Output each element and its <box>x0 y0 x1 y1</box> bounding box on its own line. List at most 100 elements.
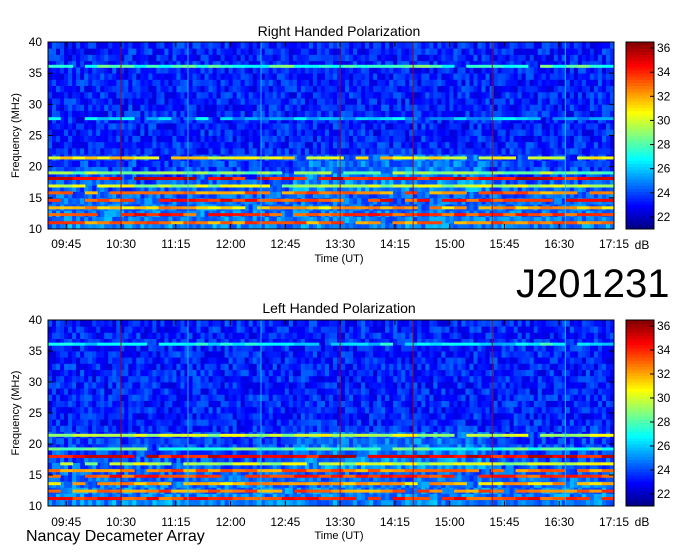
band-segment <box>244 184 258 188</box>
band-segment <box>367 482 381 486</box>
band-segment <box>367 117 381 121</box>
band-segment <box>355 462 369 466</box>
band-segment <box>404 206 418 210</box>
band-segment <box>48 117 61 121</box>
band-segment <box>355 213 369 217</box>
band-segment <box>441 64 455 68</box>
band-segment <box>121 342 135 346</box>
band-segment <box>343 184 357 188</box>
band-segment <box>121 474 135 478</box>
band-segment <box>380 474 394 478</box>
band-segment <box>269 213 283 217</box>
band-segment <box>564 474 578 478</box>
colorbar-step <box>626 197 654 202</box>
band-segment <box>392 474 406 478</box>
band-segment <box>72 433 86 437</box>
band-segment <box>48 171 61 175</box>
band-segment <box>478 447 492 451</box>
band-segment <box>97 171 111 175</box>
band-segment <box>527 469 541 473</box>
band-segment <box>158 184 172 188</box>
colorbar-step <box>626 147 654 152</box>
band-segment <box>454 454 467 458</box>
band-segment <box>404 184 418 188</box>
colorbar-step <box>626 98 654 102</box>
band-segment <box>331 454 344 458</box>
band-segment <box>60 342 74 346</box>
band-segment <box>158 117 172 121</box>
band-segment <box>454 171 467 175</box>
colorbar-step <box>626 219 654 224</box>
colorbar-step <box>626 185 654 189</box>
band-segment <box>392 177 406 181</box>
band-segment <box>244 64 258 68</box>
band-segment <box>257 474 270 478</box>
band-segment <box>601 206 615 210</box>
band-segment <box>318 191 332 195</box>
band-segment <box>195 198 209 202</box>
band-segment <box>207 433 221 437</box>
colorbar-step <box>626 151 654 155</box>
band-segment <box>220 497 234 501</box>
band-segment <box>503 206 517 210</box>
band-segment <box>601 64 615 68</box>
band-segment <box>601 447 615 451</box>
band-segment <box>552 447 566 451</box>
y-tick-label: 25 <box>29 129 43 143</box>
band-segment <box>515 342 529 346</box>
band-segment <box>503 198 517 202</box>
band-segment <box>269 64 283 68</box>
band-segment <box>331 447 344 451</box>
band-segment <box>48 213 61 217</box>
band-segment <box>540 177 553 181</box>
colorbar-step <box>626 222 654 227</box>
colorbar-step <box>626 104 654 108</box>
band-segment <box>318 64 332 68</box>
band-segment <box>60 64 74 68</box>
band-segment <box>515 191 529 195</box>
x-tick-label: 12:45 <box>270 515 300 529</box>
band-segment <box>171 469 184 473</box>
band-segment <box>490 213 504 217</box>
band-segment <box>503 184 517 188</box>
band-segment <box>72 469 86 473</box>
band-segment <box>601 191 615 195</box>
band-segment <box>540 342 553 346</box>
band-segment <box>257 433 270 437</box>
band-segment <box>515 221 529 225</box>
band-segment <box>490 497 504 501</box>
band-segment <box>97 482 111 486</box>
band-segment <box>134 497 147 501</box>
colorbar-step <box>626 400 654 405</box>
colorbar-step <box>626 478 654 482</box>
y-tick-label: 25 <box>29 406 43 420</box>
band-segment <box>577 462 590 466</box>
band-segment <box>355 117 369 121</box>
band-segment <box>404 497 418 501</box>
colorbar-step <box>626 475 654 479</box>
band-segment <box>183 342 197 346</box>
band-segment <box>72 497 86 501</box>
band-segment <box>355 342 369 346</box>
band-segment <box>503 213 517 217</box>
band-segment <box>380 462 394 466</box>
colorbar-step <box>626 493 654 498</box>
band-segment <box>343 177 357 181</box>
band-segment <box>404 469 418 473</box>
band-segment <box>48 206 61 210</box>
band-segment <box>515 184 529 188</box>
band-segment <box>158 497 172 501</box>
band-segment <box>146 469 160 473</box>
colorbar-step <box>626 484 654 488</box>
band-segment <box>552 177 566 181</box>
panel-right-handed: Right Handed Polarization 10 15 20 25 30 35 40 F… <box>10 23 671 265</box>
band-segment <box>72 221 86 225</box>
band-segment <box>404 156 418 160</box>
band-segment <box>441 156 455 160</box>
band-segment <box>257 177 270 181</box>
x-tick-label: 15:00 <box>435 237 465 251</box>
band-segment <box>404 191 418 195</box>
band-segment <box>404 447 418 451</box>
band-segment <box>367 206 381 210</box>
band-segment <box>577 489 590 493</box>
